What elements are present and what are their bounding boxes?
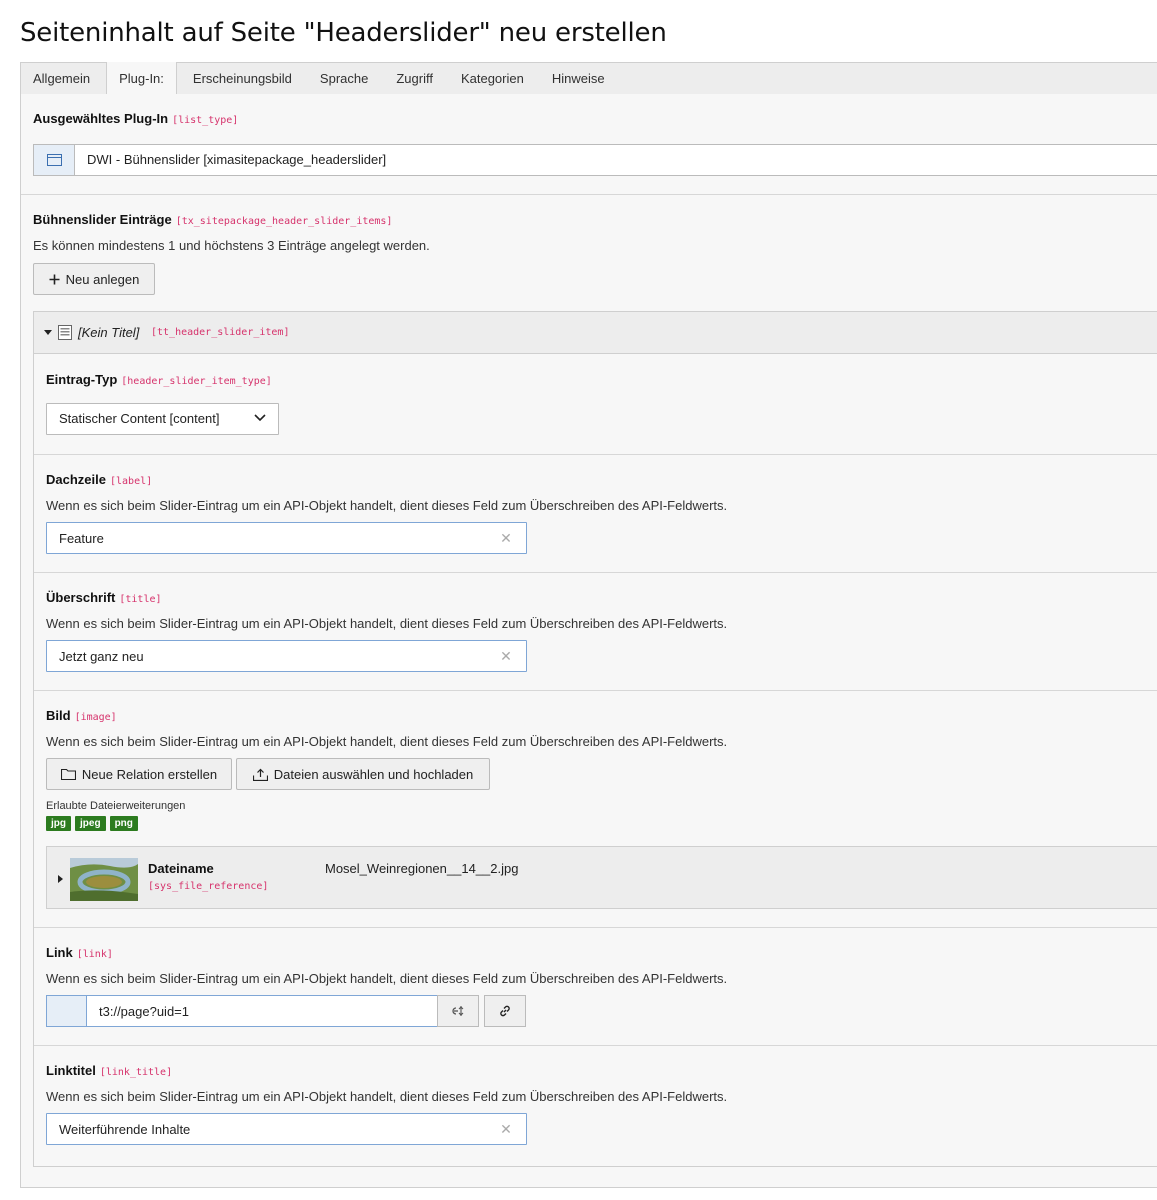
link-icon	[500, 1005, 510, 1017]
divider	[21, 194, 1157, 195]
record-type-icon	[58, 325, 72, 340]
file-reference-row[interactable]: Dateiname [sys_file_reference] Mosel_Wei…	[46, 846, 1157, 909]
form-panel: Ausgewähltes Plug-In [list_type] DWI - Bü…	[20, 94, 1157, 1188]
file-name-value: Mosel_Weinregionen__14__2.jpg	[325, 861, 519, 876]
plugin-label-text: Ausgewähltes Plug-In	[33, 111, 169, 126]
upload-files-button[interactable]: Dateien auswählen und hochladen	[236, 758, 490, 790]
link-label: Link [link]	[46, 945, 113, 960]
dachzeile-tech-name: [label]	[109, 476, 153, 487]
link-input-wrapper	[86, 995, 438, 1027]
tab-erscheinungsbild[interactable]: Erscheinungsbild	[181, 63, 304, 95]
link-label-text: Link	[46, 945, 73, 960]
allowed-extensions: jpg jpeg png	[46, 816, 138, 831]
clear-icon[interactable]: ✕	[498, 648, 514, 664]
linktitel-label: Linktitel [link_title]	[46, 1063, 172, 1078]
ueberschrift-description: Wenn es sich beim Slider-Eintrag um ein …	[46, 616, 728, 631]
caret-right-icon[interactable]	[58, 875, 63, 883]
clear-icon[interactable]: ✕	[498, 1121, 514, 1137]
new-relation-button-label: Neue Relation erstellen	[81, 766, 218, 782]
link-tech-name: [link]	[76, 949, 113, 960]
ueberschrift-label: Überschrift [title]	[46, 590, 162, 605]
bild-label-text: Bild	[46, 708, 71, 723]
bild-description: Wenn es sich beim Slider-Eintrag um ein …	[46, 734, 728, 749]
linktitel-tech-name: [link_title]	[99, 1067, 173, 1078]
extension-badge: jpg	[46, 816, 71, 831]
file-reference-tech-name: [sys_file_reference]	[148, 881, 269, 892]
tab-hinweise[interactable]: Hinweise	[540, 63, 617, 95]
link-field	[46, 995, 438, 1027]
link-browser-button[interactable]	[484, 995, 526, 1027]
slider-items-tech-name: [tx_sitepackage_header_slider_items]	[175, 216, 393, 227]
folder-icon	[60, 768, 76, 780]
new-item-button[interactable]: Neu anlegen	[33, 263, 155, 295]
slider-items-label: Bühnenslider Einträge [tx_sitepackage_hea…	[33, 212, 392, 227]
dachzeile-description: Wenn es sich beim Slider-Eintrag um ein …	[46, 498, 728, 513]
link-explanation-button[interactable]	[437, 995, 479, 1027]
type-select-value: Statischer Content [content]	[59, 411, 220, 426]
ueberschrift-label-text: Überschrift	[46, 590, 116, 605]
new-item-button-label: Neu anlegen	[65, 271, 140, 287]
file-name-label: Dateiname	[148, 861, 214, 876]
ueberschrift-input-wrapper: ✕	[46, 640, 527, 672]
caret-down-icon[interactable]	[44, 330, 52, 336]
tab-bar: Allgemein Plug-In: Erscheinungsbild Spra…	[20, 62, 1157, 95]
plugin-select-field[interactable]: DWI - Bühnenslider [ximasitepackage_head…	[33, 144, 1157, 176]
record-header[interactable]: [Kein Titel] [tt_header_slider_item]	[34, 312, 1157, 354]
record-title: [Kein Titel]	[78, 325, 140, 340]
slider-items-description: Es können mindestens 1 und höchstens 3 E…	[33, 238, 430, 253]
extension-badge: jpeg	[75, 816, 106, 831]
extension-badge: png	[109, 816, 138, 831]
chevron-down-icon	[254, 414, 266, 422]
allowed-extensions-label: Erlaubte Dateierweiterungen	[46, 800, 186, 812]
divider	[34, 1045, 1157, 1046]
divider	[34, 454, 1157, 455]
divider	[34, 927, 1157, 928]
plugin-tech-name: [list_type]	[172, 115, 239, 126]
tab-kategorien[interactable]: Kategorien	[449, 63, 536, 95]
slider-items-label-text: Bühnenslider Einträge	[33, 212, 172, 227]
bild-label: Bild [image]	[46, 708, 117, 723]
dachzeile-input[interactable]	[47, 523, 487, 553]
dachzeile-label-text: Dachzeile	[46, 472, 106, 487]
dachzeile-label: Dachzeile [label]	[46, 472, 152, 487]
linktitel-input[interactable]	[47, 1114, 487, 1144]
inline-record: [Kein Titel] [tt_header_slider_item] Ein…	[33, 311, 1157, 1167]
linktitel-label-text: Linktitel	[46, 1063, 96, 1078]
tab-sprache[interactable]: Sprache	[308, 63, 380, 95]
ueberschrift-tech-name: [title]	[119, 594, 162, 605]
plugin-label: Ausgewähltes Plug-In [list_type]	[33, 111, 238, 126]
link-input[interactable]	[87, 996, 427, 1026]
clear-icon[interactable]: ✕	[498, 530, 514, 546]
link-description: Wenn es sich beim Slider-Eintrag um ein …	[46, 971, 728, 986]
dachzeile-input-wrapper: ✕	[46, 522, 527, 554]
upload-files-button-label: Dateien auswählen und hochladen	[273, 766, 474, 782]
record-tech-name: [tt_header_slider_item]	[151, 327, 290, 338]
bild-tech-name: [image]	[74, 712, 117, 723]
type-select[interactable]: Statischer Content [content]	[46, 403, 279, 435]
divider	[34, 572, 1157, 573]
tab-plug-in[interactable]: Plug-In:	[106, 62, 177, 95]
type-label: Eintrag-Typ [header_slider_item_type]	[46, 372, 272, 387]
linktitel-input-wrapper: ✕	[46, 1113, 527, 1145]
image-thumbnail	[70, 858, 138, 901]
new-relation-button[interactable]: Neue Relation erstellen	[46, 758, 232, 790]
plugin-value: DWI - Bühnenslider [ximasitepackage_head…	[87, 152, 387, 167]
divider	[34, 690, 1157, 691]
tab-zugriff[interactable]: Zugriff	[384, 63, 445, 95]
linktitel-description: Wenn es sich beim Slider-Eintrag um ein …	[46, 1089, 728, 1104]
ueberschrift-input[interactable]	[47, 641, 487, 671]
plugin-icon	[34, 145, 75, 175]
link-type-indicator	[46, 995, 86, 1027]
tab-allgemein[interactable]: Allgemein	[21, 63, 102, 95]
plus-icon	[49, 274, 60, 284]
upload-icon	[252, 768, 268, 781]
page-title: Seiteninhalt auf Seite "Headerslider" ne…	[20, 18, 667, 48]
type-tech-name: [header_slider_item_type]	[121, 376, 272, 387]
type-label-text: Eintrag-Typ	[46, 372, 118, 387]
link-browse-icon	[452, 1006, 464, 1016]
